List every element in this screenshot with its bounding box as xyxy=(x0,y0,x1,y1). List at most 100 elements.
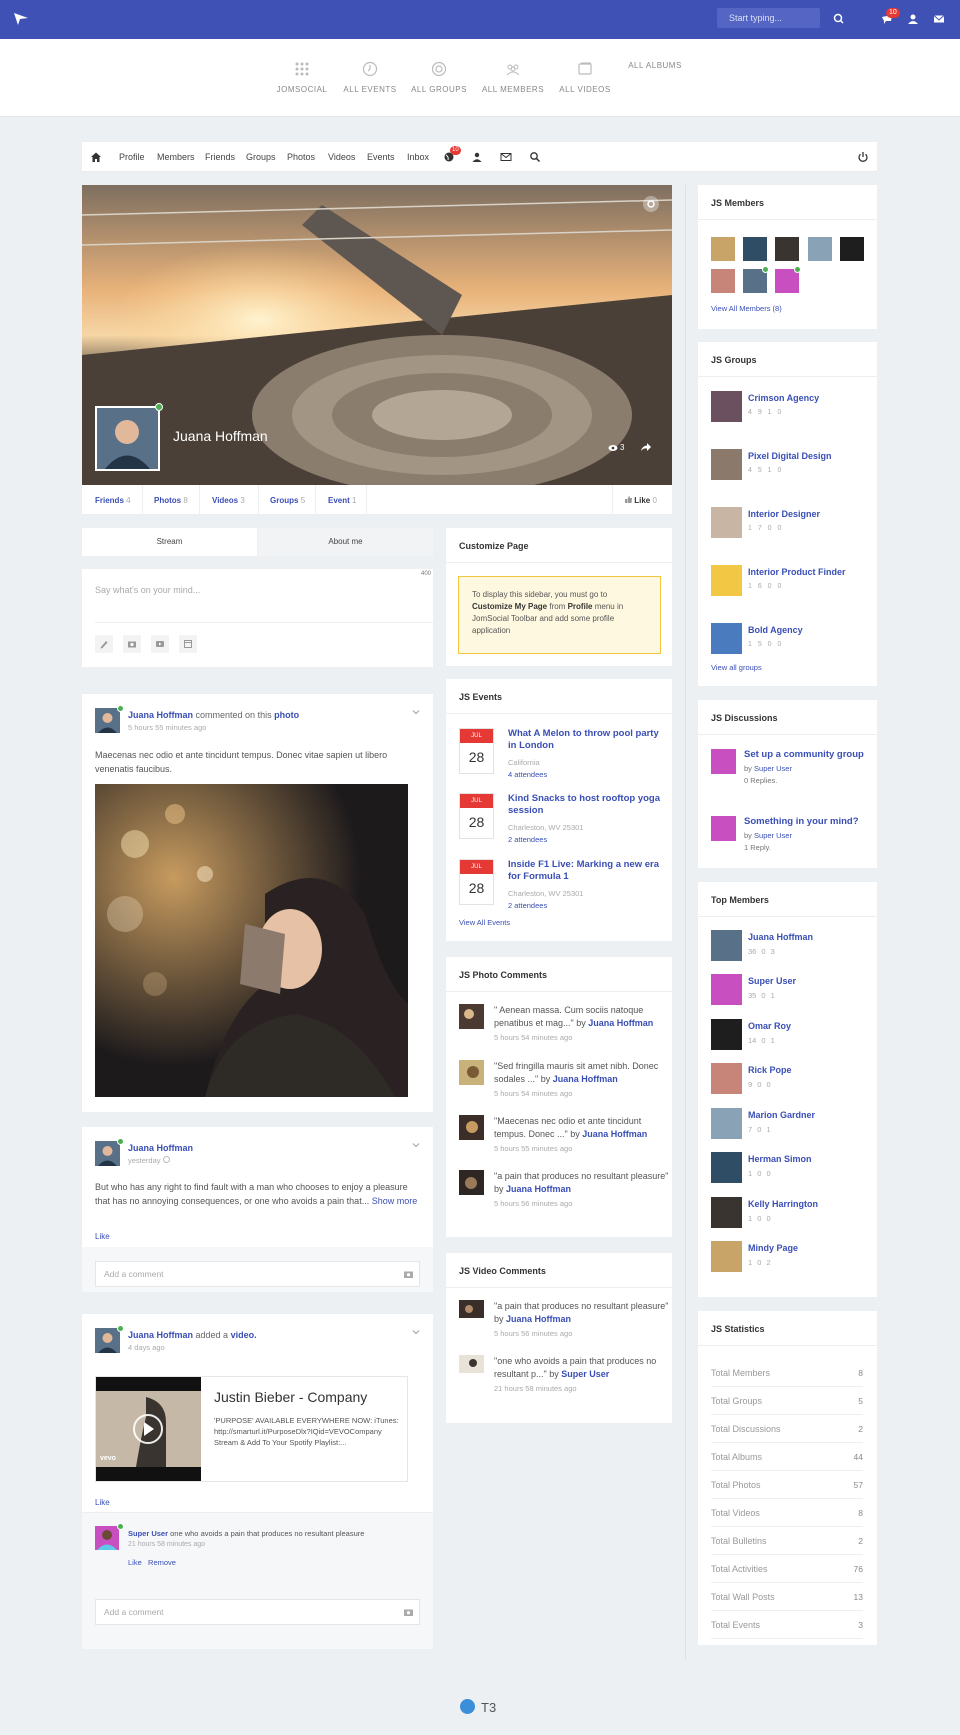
video-title[interactable]: Justin Bieber - Company xyxy=(214,1389,367,1405)
event-button[interactable] xyxy=(179,635,197,653)
avatar[interactable] xyxy=(95,708,120,733)
chevron-down-icon[interactable] xyxy=(412,1141,420,1149)
like-button[interactable]: Like 0 xyxy=(625,496,657,505)
comment-input[interactable]: Add a comment xyxy=(95,1261,420,1287)
tab-stream[interactable]: Stream xyxy=(82,528,257,556)
top-member-item[interactable]: Herman Simon 1 0 0 xyxy=(711,1152,876,1186)
mail-icon[interactable] xyxy=(500,151,512,163)
avatar[interactable] xyxy=(711,930,742,961)
top-member-item[interactable]: Marion Gardner 7 0 1 xyxy=(711,1108,876,1142)
view-all-events-link[interactable]: View All Events xyxy=(459,918,510,927)
chevron-down-icon[interactable] xyxy=(412,1328,420,1336)
event-title[interactable]: Inside F1 Live: Marking a new era for Fo… xyxy=(508,859,668,883)
member-avatar[interactable] xyxy=(775,237,799,261)
avatar[interactable] xyxy=(711,1019,742,1050)
avatar[interactable] xyxy=(711,1063,742,1094)
chevron-down-icon[interactable] xyxy=(412,708,420,716)
friend-request-icon[interactable] xyxy=(906,12,920,26)
event-item[interactable]: JUL 28 Inside F1 Live: Marking a new era … xyxy=(459,859,669,914)
group-item[interactable]: Crimson Agency 4 9 1 0 xyxy=(711,391,876,436)
tab-videos[interactable]: Videos 3 xyxy=(212,496,245,505)
event-attendees[interactable]: 2 attendees xyxy=(508,901,547,910)
like-link[interactable]: Like xyxy=(95,1232,110,1241)
logo-icon[interactable] xyxy=(14,13,28,25)
top-member-item[interactable]: Omar Roy 14 0 1 xyxy=(711,1019,876,1053)
subnav-all-albums[interactable]: ALL ALBUMS xyxy=(620,61,690,70)
subnav-all-groups[interactable]: ALL GROUPS xyxy=(404,61,474,94)
comment-like-link[interactable]: Like xyxy=(128,1558,142,1567)
member-avatar[interactable] xyxy=(711,269,735,293)
subnav-all-members[interactable]: ALL MEMBERS xyxy=(478,61,548,94)
member-avatar[interactable] xyxy=(711,237,735,261)
avatar[interactable] xyxy=(711,749,736,774)
group-item[interactable]: Bold Agency 1 5 0 0 xyxy=(711,623,876,668)
post-author[interactable]: Juana Hoffman xyxy=(128,1330,193,1340)
nav-profile[interactable]: Profile xyxy=(119,152,145,162)
nav-photos[interactable]: Photos xyxy=(287,152,315,162)
group-item[interactable]: Interior Designer 1 7 0 0 xyxy=(711,507,876,552)
avatar[interactable] xyxy=(95,1141,120,1166)
member-avatar[interactable] xyxy=(743,237,767,261)
nav-groups[interactable]: Groups xyxy=(246,152,276,162)
avatar[interactable] xyxy=(711,1241,742,1272)
photo-thumbnail[interactable] xyxy=(459,1004,484,1029)
event-attendees[interactable]: 4 attendees xyxy=(508,770,547,779)
comment-input[interactable]: Add a comment xyxy=(95,1599,420,1625)
top-member-item[interactable]: Juana Hoffman 36 0 3 xyxy=(711,930,876,964)
video-thumbnail[interactable] xyxy=(459,1355,484,1373)
top-member-item[interactable]: Super User 35 0 1 xyxy=(711,974,876,1008)
group-thumbnail[interactable] xyxy=(711,565,742,596)
top-member-item[interactable]: Rick Pope 9 0 0 xyxy=(711,1063,876,1097)
video-thumbnail[interactable] xyxy=(459,1300,484,1318)
search-icon[interactable] xyxy=(832,12,846,26)
search-input[interactable]: Start typing... xyxy=(717,8,820,28)
photo-thumbnail[interactable] xyxy=(459,1115,484,1140)
group-thumbnail[interactable] xyxy=(711,507,742,538)
tab-friends[interactable]: Friends 4 xyxy=(95,496,131,505)
comment-author[interactable]: Super User xyxy=(128,1529,168,1538)
member-avatar[interactable] xyxy=(808,237,832,261)
tab-groups[interactable]: Groups 5 xyxy=(270,496,305,505)
group-thumbnail[interactable] xyxy=(711,449,742,480)
group-thumbnail[interactable] xyxy=(711,623,742,654)
event-attendees[interactable]: 2 attendees xyxy=(508,835,547,844)
nav-inbox[interactable]: Inbox xyxy=(407,152,429,162)
view-all-members-link[interactable]: View All Members (8) xyxy=(711,304,782,313)
member-avatar[interactable] xyxy=(840,237,864,261)
status-input[interactable]: Say what's on your mind... xyxy=(95,585,200,595)
avatar[interactable] xyxy=(711,1152,742,1183)
tab-about-me[interactable]: About me xyxy=(258,528,433,556)
post-target-link[interactable]: photo xyxy=(274,710,299,720)
avatar[interactable] xyxy=(95,1328,120,1353)
event-item[interactable]: JUL 28 What A Melon to throw pool party i… xyxy=(459,728,669,783)
subnav-jomsocial[interactable]: JOMSOCIAL xyxy=(267,61,337,94)
group-thumbnail[interactable] xyxy=(711,391,742,422)
top-member-item[interactable]: Mindy Page 1 0 2 xyxy=(711,1241,876,1275)
power-icon[interactable] xyxy=(857,151,869,163)
nav-videos[interactable]: Videos xyxy=(328,152,355,162)
post-author[interactable]: Juana Hoffman xyxy=(128,710,193,720)
search-icon[interactable] xyxy=(529,151,541,163)
photo-thumbnail[interactable] xyxy=(459,1060,484,1085)
gear-icon[interactable] xyxy=(642,195,660,213)
video-button[interactable] xyxy=(151,635,169,653)
view-all-groups-link[interactable]: View all groups xyxy=(711,663,762,672)
top-member-item[interactable]: Kelly Harrington 1 0 0 xyxy=(711,1197,876,1231)
comment-remove-link[interactable]: Remove xyxy=(148,1558,176,1567)
post-author[interactable]: Juana Hoffman xyxy=(128,1143,193,1153)
show-more-link[interactable]: Show more xyxy=(372,1196,418,1206)
subnav-all-videos[interactable]: ALL VIDEOS xyxy=(550,61,620,94)
home-icon[interactable] xyxy=(90,151,102,163)
group-item[interactable]: Interior Product Finder 1 6 0 0 xyxy=(711,565,876,610)
subnav-all-events[interactable]: ALL EVENTS xyxy=(335,61,405,94)
group-item[interactable]: Pixel Digital Design 4 5 1 0 xyxy=(711,449,876,494)
like-link[interactable]: Like xyxy=(95,1498,110,1507)
avatar[interactable] xyxy=(711,1197,742,1228)
nav-members[interactable]: Members xyxy=(157,152,195,162)
tab-photos[interactable]: Photos 8 xyxy=(154,496,188,505)
nav-friends[interactable]: Friends xyxy=(205,152,235,162)
nav-events[interactable]: Events xyxy=(367,152,395,162)
post-target-link[interactable]: video. xyxy=(231,1330,257,1340)
avatar[interactable] xyxy=(95,1526,119,1550)
share-icon[interactable] xyxy=(641,442,651,452)
